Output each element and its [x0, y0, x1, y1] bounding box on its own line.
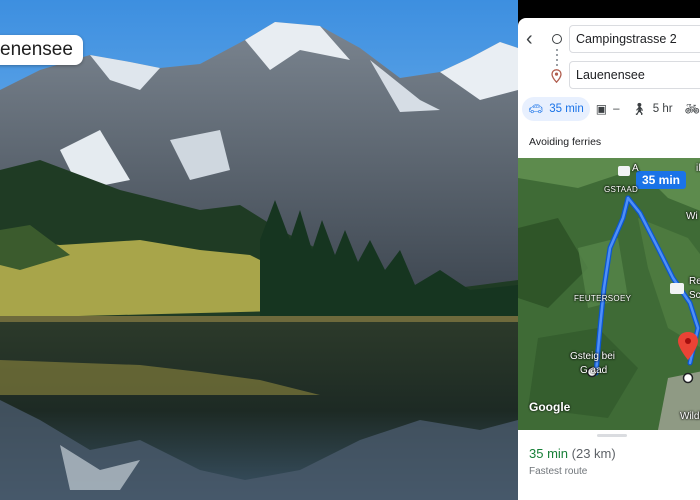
- destination-value: Lauenensee: [576, 68, 645, 82]
- walk-icon: 🚶︎: [631, 102, 647, 116]
- map-label-top-right: illi: [696, 163, 700, 174]
- bike-icon: 🚲︎: [684, 102, 700, 116]
- route-subtitle: Fastest route: [529, 466, 588, 477]
- map-label-feutersoey: FEUTERSOEY: [574, 294, 632, 303]
- google-logo: Google: [529, 400, 571, 414]
- map-label-gsteig-1: Gsteig bei: [570, 351, 616, 362]
- route-duration: 35 min: [529, 446, 569, 461]
- place-name: enensee: [0, 39, 73, 60]
- map-label-gstaad: GSTAAD: [604, 185, 639, 194]
- map-label-wildhorn: Wildho: [680, 411, 700, 422]
- origin-value: Campingstrasse 2: [576, 32, 677, 46]
- map-label-right: Wi: [686, 211, 698, 222]
- mode-transit[interactable]: ▣ –: [590, 97, 626, 121]
- origin-dot-icon: [552, 34, 562, 44]
- mode-driving-time: 35 min: [549, 103, 584, 115]
- route-time-bubble[interactable]: 35 min: [636, 171, 687, 189]
- landscape-photo: enensee: [0, 0, 518, 500]
- car-icon: 🚗︎: [528, 102, 544, 116]
- origin-input[interactable]: Campingstrasse 2: [569, 25, 700, 53]
- destination-pin-icon: [551, 69, 562, 83]
- mode-walking-time: 5 hr: [652, 103, 673, 115]
- train-icon: ▣: [595, 102, 608, 116]
- map-label-lauenen-1: Re: [689, 276, 700, 287]
- place-label-chip[interactable]: enensee: [0, 35, 83, 65]
- route-option-notice: Avoiding ferries: [529, 136, 602, 148]
- back-arrow-icon[interactable]: ‹: [526, 28, 548, 50]
- drag-handle[interactable]: [597, 434, 627, 437]
- map-label-gsteig-2: G aad: [580, 365, 608, 376]
- route-summary-card[interactable]: 35 min (23 km) Fastest route: [518, 430, 700, 500]
- map-label-lauenen-2: Sc: [689, 290, 700, 301]
- mode-walking[interactable]: 🚶︎ 5 hr: [626, 97, 679, 121]
- destination-input[interactable]: Lauenensee: [569, 61, 700, 89]
- directions-panel: ‹ Campingstrasse 2 Lauenensee 🚗︎ 35 min …: [518, 18, 700, 500]
- lake-mountain-image: [0, 0, 518, 500]
- mode-driving[interactable]: 🚗︎ 35 min: [522, 97, 590, 121]
- map-label-top: A: [632, 163, 639, 174]
- travel-mode-bar: 🚗︎ 35 min ▣ – 🚶︎ 5 hr 🚲︎: [518, 96, 700, 122]
- mode-cycling[interactable]: 🚲︎: [679, 97, 700, 121]
- route-map[interactable]: 35 min GSTAAD FEUTERSOEY Gsteig bei G aa…: [518, 158, 700, 430]
- mode-transit-time: –: [613, 103, 620, 115]
- route-distance: (23 km): [571, 446, 616, 461]
- route-summary-line: 35 min (23 km): [529, 446, 616, 461]
- route-dots-divider: [556, 49, 558, 67]
